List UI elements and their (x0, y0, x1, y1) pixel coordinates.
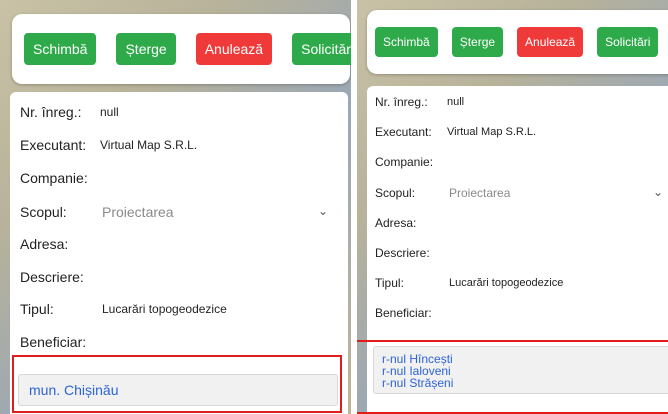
delete-button[interactable]: Șterge (116, 33, 176, 65)
scopul-label: Scopul: (20, 204, 67, 220)
executant-value: Virtual Map S.R.L. (100, 138, 198, 152)
companie-label: Companie: (375, 155, 434, 169)
chevron-down-icon[interactable]: ⌄ (653, 185, 663, 199)
executant-value: Virtual Map S.R.L. (447, 126, 537, 138)
beneficiar-label: Beneficiar: (375, 306, 432, 320)
nr-value: null (447, 96, 465, 108)
executant-row: Executant: Virtual Map S.R.L. (375, 123, 536, 141)
executant-label: Executant: (20, 137, 87, 153)
tipul-label: Tipul: (20, 301, 54, 317)
executant-row: Executant: Virtual Map S.R.L. (20, 135, 197, 155)
tipul-label: Tipul: (375, 276, 404, 290)
scopul-row[interactable]: Scopul: Proiectarea ⌄ (375, 183, 665, 203)
companie-label: Companie: (20, 170, 88, 186)
cancel-button[interactable]: Anulează (517, 27, 584, 57)
adresa-label: Adresa: (20, 236, 69, 252)
highlight-frame (357, 340, 668, 414)
nr-value: null (100, 105, 119, 119)
chevron-down-icon[interactable]: ⌄ (318, 204, 328, 218)
requests-button[interactable]: Solicitări (597, 27, 659, 57)
cancel-button[interactable]: Anulează (195, 33, 273, 65)
nr-label: Nr. înreg.: (375, 95, 428, 109)
scopul-select[interactable]: Proiectarea (449, 186, 510, 200)
companie-row: Companie: (20, 168, 88, 188)
scopul-label: Scopul: (375, 186, 416, 200)
descriere-row: Descriere: (375, 244, 430, 262)
adresa-row: Adresa: (20, 234, 68, 254)
descriere-label: Descriere: (375, 246, 430, 260)
toolbar: Schimbă Șterge Anulează Solicitări (12, 14, 351, 84)
tipul-row: Tipul: Lucarări topogeodezice (375, 274, 563, 292)
descriere-label: Descriere: (20, 269, 84, 285)
toolbar: Schimbă Șterge Anulează Solicitări (367, 10, 668, 74)
tipul-row: Tipul: Lucarări topogeodezice (20, 299, 227, 319)
adresa-label: Adresa: (375, 216, 417, 230)
adresa-row: Adresa: (375, 214, 416, 232)
requests-button[interactable]: Solicitări (292, 33, 351, 65)
right-panel: Schimbă Șterge Anulează Solicitări Nr. î… (357, 0, 668, 414)
executant-label: Executant: (375, 125, 432, 139)
change-button[interactable]: Schimbă (375, 27, 438, 57)
highlight-frame (12, 355, 342, 413)
beneficiar-row: Beneficiar: (375, 304, 432, 322)
nr-label: Nr. înreg.: (20, 104, 82, 120)
nr-row: Nr. înreg.: null (375, 93, 464, 111)
beneficiar-row: Beneficiar: (20, 332, 86, 352)
left-panel: Schimbă Șterge Anulează Solicitări Nr. î… (0, 0, 351, 414)
descriere-row: Descriere: (20, 267, 84, 287)
delete-button[interactable]: Șterge (451, 27, 504, 57)
tipul-value: Lucarări topogeodezice (102, 302, 227, 316)
beneficiar-label: Beneficiar: (20, 334, 87, 350)
scopul-select[interactable]: Proiectarea (102, 204, 174, 220)
tipul-value: Lucarări topogeodezice (449, 277, 564, 289)
nr-row: Nr. înreg.: null (20, 102, 119, 122)
scopul-row[interactable]: Scopul: Proiectarea ⌄ (20, 201, 330, 223)
companie-row: Companie: (375, 153, 433, 171)
change-button[interactable]: Schimbă (24, 33, 97, 65)
